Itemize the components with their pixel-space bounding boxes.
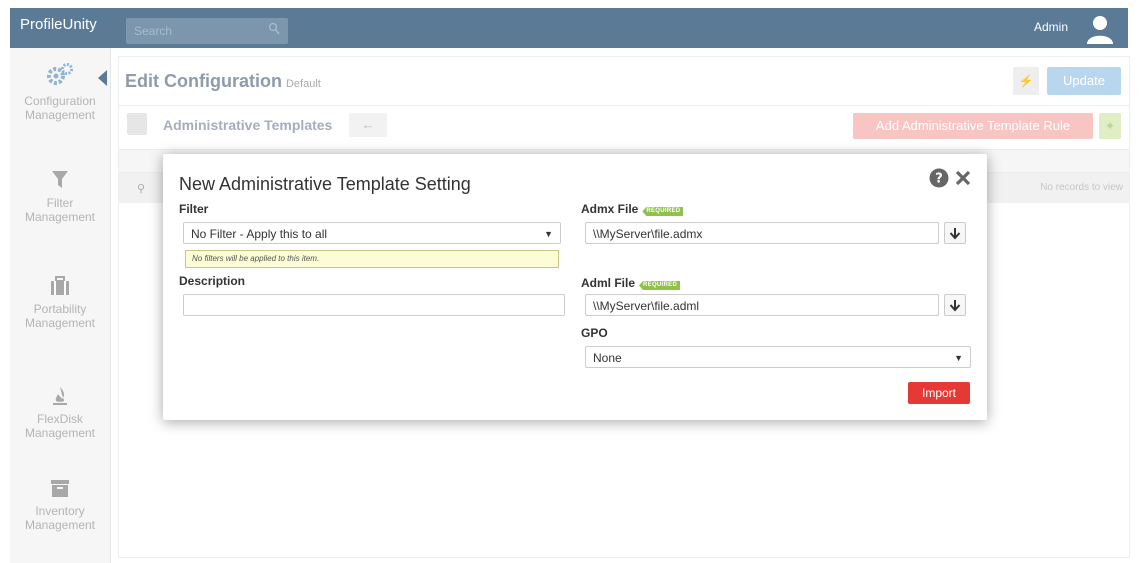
funnel-icon <box>52 171 68 188</box>
sidebar-item-label: Management <box>24 108 96 122</box>
brand-logo[interactable]: ProfileUnity <box>20 16 97 33</box>
admx-label-text: Admx File <box>581 202 639 216</box>
admx-file-input[interactable]: \\MyServer\file.admx <box>585 222 939 244</box>
filter-label: Filter <box>179 202 209 216</box>
filter-select[interactable]: No Filter - Apply this to all ▼ <box>183 222 561 244</box>
back-button[interactable]: ← <box>349 113 387 137</box>
gears-icon <box>47 63 73 85</box>
section-title: Administrative Templates <box>163 117 333 133</box>
sidebar-item-filter[interactable]: Filter Management <box>10 170 110 224</box>
flame-icon <box>53 387 67 405</box>
briefcase-icon <box>51 276 69 295</box>
adml-label: Adml File REQUIRED <box>581 276 681 290</box>
adml-download-button[interactable] <box>944 294 966 316</box>
filter-select-value: No Filter - Apply this to all <box>191 227 328 241</box>
sidebar-item-label: Filter <box>46 196 74 210</box>
search-icon[interactable] <box>268 22 280 36</box>
top-bar: ProfileUnity Search Admin <box>10 8 1128 48</box>
no-records-text: No records to view <box>1040 182 1123 193</box>
adml-label-text: Adml File <box>581 276 636 290</box>
gpo-select-value: None <box>593 351 622 365</box>
gpo-label: GPO <box>581 326 608 340</box>
bolt-icon: ⚡ <box>1018 74 1034 88</box>
user-name[interactable]: Admin <box>1034 20 1068 34</box>
admx-download-button[interactable] <box>944 222 966 244</box>
svg-text:?: ? <box>935 172 943 187</box>
quick-action-button[interactable]: ⚡ <box>1013 67 1039 95</box>
close-icon[interactable] <box>955 170 971 186</box>
admx-document-icon <box>127 113 147 135</box>
description-label: Description <box>179 274 246 288</box>
download-arrow-icon <box>949 228 961 240</box>
sidebar-item-label: Portability <box>33 302 87 316</box>
dropdown-arrow-icon: ▼ <box>954 353 963 363</box>
sidebar-item-label: Inventory <box>35 504 85 518</box>
sidebar-item-configuration[interactable]: Configuration Management <box>10 62 110 122</box>
page-subtitle: Default <box>285 78 321 90</box>
page-title: Edit Configuration Default <box>125 71 321 92</box>
add-rule-button[interactable]: Add Administrative Template Rule <box>853 113 1093 139</box>
avatar-icon[interactable] <box>1084 12 1116 44</box>
required-badge: REQUIRED <box>639 281 681 290</box>
admx-label: Admx File REQUIRED <box>581 202 684 216</box>
back-arrow-icon: ← <box>361 117 375 132</box>
sidebar-item-label: Configuration <box>24 94 96 108</box>
sidebar-item-label: Management <box>24 518 96 532</box>
sidebar-item-label: Management <box>24 316 96 330</box>
page-title-text: Edit Configuration <box>125 71 282 91</box>
search-box[interactable]: Search <box>126 18 288 44</box>
archive-icon <box>51 480 69 497</box>
download-arrow-icon <box>949 300 961 312</box>
sidebar-item-portability[interactable]: Portability Management <box>10 276 110 330</box>
dialog-title: New Administrative Template Setting <box>179 174 471 194</box>
adml-file-input[interactable]: \\MyServer\file.adml <box>585 294 939 316</box>
required-badge: REQUIRED <box>642 207 684 216</box>
dropdown-arrow-icon: ▼ <box>544 229 553 239</box>
sidebar-item-label: Management <box>24 426 96 440</box>
divider <box>119 105 1129 106</box>
sidebar: Configuration Management Filter Manageme… <box>10 48 111 563</box>
filter-hint: No filters will be applied to this item. <box>185 250 559 268</box>
sidebar-item-label: FlexDisk <box>36 412 83 426</box>
admin-template-dialog: New Administrative Template Setting ? Fi… <box>163 154 987 420</box>
description-input[interactable] <box>183 294 565 316</box>
import-button[interactable]: Import <box>908 382 970 404</box>
help-icon[interactable]: ? <box>929 168 949 188</box>
export-button[interactable]: ✦ <box>1099 113 1121 139</box>
search-input[interactable]: Search <box>134 24 172 38</box>
sidebar-item-inventory[interactable]: Inventory Management <box>10 478 110 532</box>
sidebar-item-label: Management <box>24 210 96 224</box>
filter-search-icon[interactable]: ⚲ <box>137 182 145 195</box>
gpo-select[interactable]: None ▼ <box>585 346 971 368</box>
export-icon: ✦ <box>1104 119 1116 133</box>
sidebar-item-flexdisk[interactable]: FlexDisk Management <box>10 386 110 440</box>
update-button[interactable]: Update <box>1047 67 1121 95</box>
